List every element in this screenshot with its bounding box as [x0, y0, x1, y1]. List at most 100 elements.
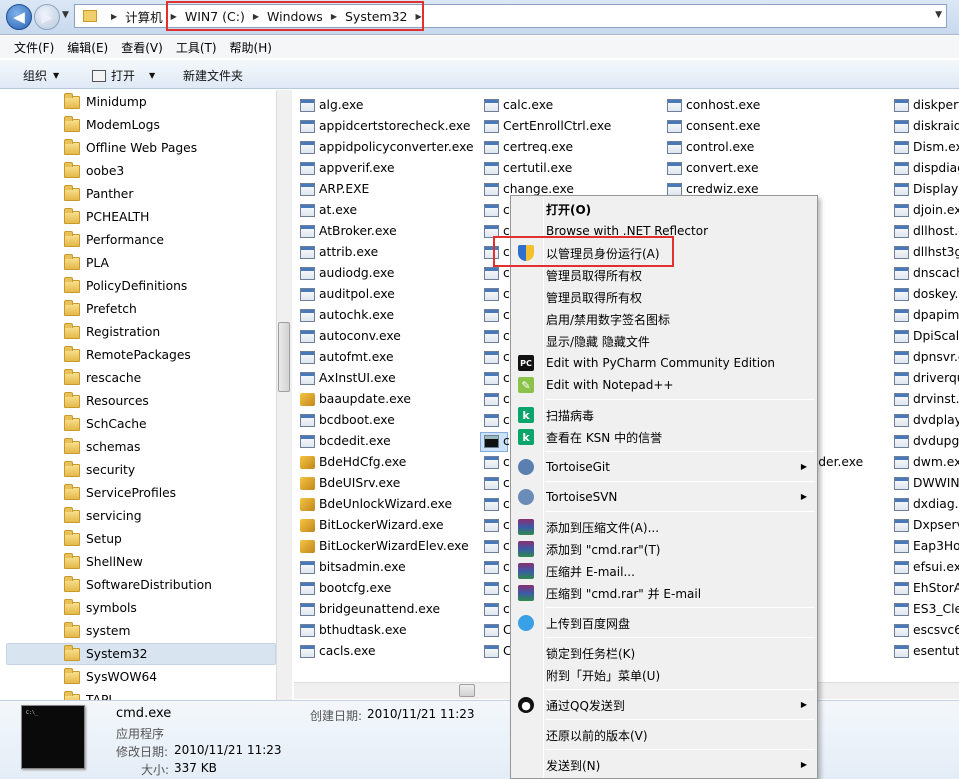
file-item[interactable]: cl — [484, 200, 513, 220]
file-item[interactable]: autofmt.exe — [300, 347, 394, 367]
tree-item[interactable]: Prefetch — [64, 298, 137, 320]
file-item[interactable]: alg.exe — [300, 95, 363, 115]
menu-edit[interactable]: 编辑(E) — [67, 39, 108, 56]
file-item[interactable]: Eap3Ho — [894, 536, 959, 556]
tree-item[interactable]: ServiceProfiles — [64, 482, 176, 504]
file-item[interactable]: bridgeunattend.exe — [300, 599, 440, 619]
file-item[interactable]: dpapimi — [894, 305, 959, 325]
file-item[interactable]: ARP.EXE — [300, 179, 369, 199]
address-dropdown-icon[interactable]: ▼ — [935, 10, 942, 20]
tree-item[interactable]: PCHEALTH — [64, 206, 149, 228]
context-menu-item[interactable]: 查看在 KSN 中的信誉 — [546, 426, 662, 448]
tree-item[interactable]: servicing — [64, 505, 142, 527]
file-item[interactable]: cl — [484, 305, 513, 325]
file-item[interactable]: cl — [484, 389, 513, 409]
file-item[interactable]: bcdboot.exe — [300, 410, 395, 430]
context-menu-item[interactable]: 管理员取得所有权 — [546, 286, 642, 308]
file-item[interactable]: audiodg.exe — [300, 263, 394, 283]
recent-pages-dropdown-icon[interactable]: ▼ — [62, 10, 69, 20]
context-menu-item[interactable]: 附到「开始」菜单(U) — [546, 664, 660, 686]
file-item[interactable]: BdeUISrv.exe — [300, 473, 400, 493]
breadcrumb-drive[interactable]: WIN7 (C:) — [185, 9, 245, 24]
file-item[interactable]: bthudtask.exe — [300, 620, 407, 640]
tree-item[interactable]: SysWOW64 — [64, 666, 157, 688]
tree-item[interactable]: rescache — [64, 367, 141, 389]
context-menu-item[interactable]: 上传到百度网盘 — [546, 612, 630, 634]
file-item[interactable]: Dism.ex — [894, 137, 959, 157]
file-item[interactable]: esentutl — [894, 641, 959, 661]
file-item[interactable]: bitsadmin.exe — [300, 557, 406, 577]
tree-item[interactable]: TAPI — [64, 689, 112, 700]
file-item[interactable]: cl — [484, 473, 513, 493]
file-item[interactable]: autochk.exe — [300, 305, 394, 325]
tree-item[interactable]: ShellNew — [64, 551, 143, 573]
menu-view[interactable]: 查看(V) — [121, 39, 163, 56]
file-item[interactable]: ES3_Clea — [894, 599, 959, 619]
file-item[interactable]: cl — [484, 410, 513, 430]
file-item[interactable]: EhStorA — [894, 578, 959, 598]
address-field[interactable]: ▶ 计算机 ▶ WIN7 (C:) ▶ Windows ▶ System32 ▶… — [74, 4, 947, 28]
context-menu-item[interactable]: Edit with PyCharm Community Edition — [546, 352, 775, 374]
file-item[interactable]: DWWIN — [894, 473, 959, 493]
context-menu-item[interactable]: 还原以前的版本(V) — [546, 724, 648, 746]
tree-item[interactable]: Registration — [64, 321, 160, 343]
file-item[interactable]: Dxpserv — [894, 515, 959, 535]
forward-arrow-icon[interactable]: ▶ — [34, 4, 60, 30]
context-menu-item[interactable]: 添加到压缩文件(A)... — [546, 516, 659, 538]
tree-item[interactable]: Panther — [64, 183, 133, 205]
context-menu-item[interactable]: TortoiseSVN — [546, 486, 617, 508]
context-menu-item[interactable]: 压缩到 "cmd.rar" 并 E-mail — [546, 582, 701, 604]
context-menu-item[interactable]: 扫描病毒 — [546, 404, 594, 426]
menu-tools[interactable]: 工具(T) — [176, 39, 217, 56]
tree-item[interactable]: security — [64, 459, 135, 481]
organize-button[interactable]: 组织 ▼ — [23, 67, 59, 84]
context-menu-item[interactable]: 管理员取得所有权 — [546, 264, 642, 286]
file-item[interactable]: cacls.exe — [300, 641, 376, 661]
file-item[interactable]: consent.exe — [667, 116, 760, 136]
new-folder-button[interactable]: 新建文件夹 — [183, 67, 243, 84]
nav-scrollbar[interactable] — [276, 90, 292, 700]
file-item[interactable]: dwm.exe — [894, 452, 959, 472]
file-item[interactable]: appidpolicyconverter.exe — [300, 137, 474, 157]
file-item[interactable]: djoin.ex — [894, 200, 959, 220]
file-item[interactable]: auditpol.exe — [300, 284, 395, 304]
tree-item[interactable]: symbols — [64, 597, 137, 619]
tree-item[interactable]: Resources — [64, 390, 149, 412]
tree-item[interactable]: PLA — [64, 252, 109, 274]
tree-item[interactable]: system — [64, 620, 130, 642]
file-item[interactable]: dxdiag.e — [894, 494, 959, 514]
file-item[interactable]: dpnsvr.e — [894, 347, 959, 367]
breadcrumb-computer[interactable]: 计算机 — [125, 7, 163, 26]
back-arrow-icon[interactable]: ◀ — [6, 4, 32, 30]
file-item[interactable]: autoconv.exe — [300, 326, 401, 346]
file-item[interactable]: diskraid — [894, 116, 959, 136]
file-item[interactable]: BdeHdCfg.exe — [300, 452, 406, 472]
file-item[interactable]: BitLockerWizardElev.exe — [300, 536, 469, 556]
file-item[interactable]: AtBroker.exe — [300, 221, 397, 241]
file-item[interactable]: calc.exe — [484, 95, 553, 115]
breadcrumb-arrow-icon[interactable]: ▶ — [171, 12, 177, 21]
file-item[interactable]: diskperf — [894, 95, 959, 115]
file-item[interactable]: cl — [484, 326, 513, 346]
horizontal-scrollbar-thumb[interactable] — [459, 684, 475, 697]
file-item[interactable]: dllhst3g — [894, 242, 959, 262]
file-item[interactable]: conhost.exe — [667, 95, 760, 115]
tree-item[interactable]: Setup — [64, 528, 122, 550]
file-item[interactable]: efsui.ex — [894, 557, 959, 577]
breadcrumb-arrow-icon[interactable]: ▶ — [253, 12, 259, 21]
file-item[interactable]: bootcfg.exe — [300, 578, 391, 598]
file-item[interactable]: appverif.exe — [300, 158, 395, 178]
context-menu-item[interactable]: Edit with Notepad++ — [546, 374, 673, 396]
file-item[interactable]: CertEnrollCtrl.exe — [484, 116, 611, 136]
context-menu-item[interactable]: 通过QQ发送到 — [546, 694, 625, 716]
file-item[interactable]: doskey. — [894, 284, 958, 304]
tree-item[interactable]: System32 — [64, 643, 148, 665]
file-item[interactable]: C — [484, 641, 512, 661]
breadcrumb-system32[interactable]: System32 — [345, 9, 408, 24]
context-menu-item[interactable]: 启用/禁用数字签名图标 — [546, 308, 670, 330]
tree-item[interactable]: Performance — [64, 229, 164, 251]
file-item[interactable]: dvdplay — [894, 410, 959, 430]
file-item[interactable]: escsvc64 — [894, 620, 959, 640]
file-item[interactable]: attrib.exe — [300, 242, 378, 262]
breadcrumb-arrow-icon[interactable]: ▶ — [416, 12, 422, 21]
